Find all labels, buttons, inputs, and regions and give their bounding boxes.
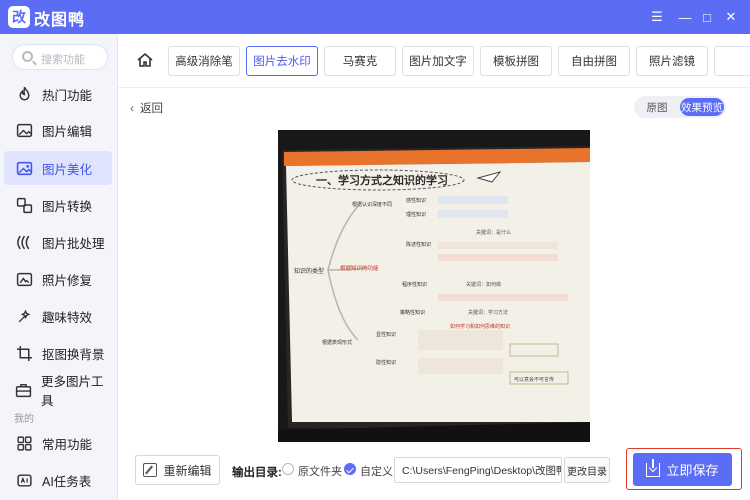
view-toggle[interactable]: 原图 效果预览: [634, 96, 726, 118]
toggle-original[interactable]: 原图: [638, 98, 676, 116]
tab-photo-filter[interactable]: 照片滤镜: [636, 46, 708, 76]
crop-icon: [14, 344, 34, 362]
app-logo: 改: [8, 6, 30, 28]
edit-icon: [143, 463, 158, 477]
sidebar-item-label: AI任务表: [42, 474, 92, 489]
mindmap-photo: 一、学习方式之知识的学习 知识的类型 根据认识深度不同 感性知识 理性知识 关键…: [278, 130, 590, 442]
batch-icon: [14, 233, 34, 251]
radio-original-folder-label: 原文件夹: [298, 466, 342, 478]
reedit-button[interactable]: 重新编辑: [135, 455, 220, 485]
radio-custom-folder-label: 自定义: [360, 466, 393, 478]
sidebar-item-effects[interactable]: 趣味特效: [4, 299, 112, 333]
chevron-left-icon: ‹: [130, 101, 134, 115]
mindmap-note: 关键词：如何做: [466, 281, 501, 288]
sidebar-item-label: 更多图片工具: [40, 375, 104, 408]
bottom-bar: 重新编辑 输出目录: 原文件夹 自定义 C:\Users\FengPing\De…: [118, 448, 750, 500]
sparkle-icon: [14, 307, 34, 325]
download-icon: [646, 458, 661, 477]
mindmap-note: 关键词：学习方法: [468, 309, 508, 316]
tab-remove-watermark[interactable]: 图片去水印: [246, 46, 318, 76]
tab-free-collage[interactable]: 自由拼图: [558, 46, 630, 76]
sidebar-item-ai-tasks[interactable]: AI任务表: [4, 463, 112, 497]
mindmap-node: 陈述性知识: [406, 241, 431, 248]
mindmap-node: 根据认识深度不同: [352, 201, 392, 208]
radio-custom-folder[interactable]: [344, 463, 356, 475]
app-title: 改图鸭: [34, 12, 86, 29]
minimize-button[interactable]: —: [675, 7, 695, 27]
save-now-button[interactable]: 立即保存: [633, 453, 732, 486]
tab-more[interactable]: [714, 46, 750, 76]
title-bar: 改 改图鸭 ☰ — □ ✕: [0, 0, 750, 34]
radio-original-folder[interactable]: [282, 463, 294, 475]
image-edit-icon: [14, 121, 34, 139]
sidebar-item-convert[interactable]: 图片转换: [4, 188, 112, 222]
search-box[interactable]: 搜索功能: [12, 44, 108, 70]
mindmap-node: 隐性知识: [376, 359, 396, 366]
home-icon[interactable]: [134, 49, 156, 71]
sidebar-item-batch[interactable]: 图片批处理: [4, 225, 112, 259]
mindmap-note: 可以意会不可言传: [514, 376, 554, 383]
sidebar-item-more-tools[interactable]: 更多图片工具: [4, 373, 112, 408]
reedit-label: 重新编辑: [163, 463, 212, 478]
output-dir-label: 输出目录:: [232, 467, 282, 479]
tab-add-text[interactable]: 图片加文字: [402, 46, 474, 76]
mindmap-node: 策略性知识: [400, 309, 425, 316]
sidebar-item-beautify[interactable]: 图片美化: [4, 151, 112, 185]
tab-advanced-eraser[interactable]: 高级消除笔: [168, 46, 240, 76]
sidebar-item-repair[interactable]: 照片修复: [4, 262, 112, 296]
sidebar-item-label: 抠图换背景: [42, 347, 105, 362]
section-label-mine: 我的: [14, 414, 34, 425]
sidebar-item-label: 图片批处理: [42, 236, 105, 251]
close-button[interactable]: ✕: [721, 7, 741, 27]
mindmap-node: 显性知识: [376, 331, 396, 338]
mindmap-note: 如何学习和如何思维的知识: [450, 323, 510, 330]
main-content: ‹ 返回 原图 效果预览 一、学习方式之知识的学习 知识的类型 根据认识深度不同…: [118, 88, 750, 500]
grid-icon: [14, 434, 34, 452]
sidebar-item-label: 常用功能: [42, 437, 93, 452]
mindmap-node: 根据表现形式: [322, 339, 352, 346]
mindmap-node: 感性知识: [406, 197, 426, 204]
tab-template-collage[interactable]: 模板拼图: [480, 46, 552, 76]
photo-heading: 一、学习方式之知识的学习: [316, 173, 448, 187]
tab-mosaic[interactable]: 马赛克: [324, 46, 396, 76]
mindmap-node: 根据知识的功能: [340, 264, 379, 272]
sidebar-item-label: 热门功能: [42, 88, 93, 103]
search-icon: [22, 51, 33, 62]
search-input[interactable]: 搜索功能: [41, 51, 85, 67]
save-label: 立即保存: [666, 463, 719, 478]
sidebar-item-label: 图片美化: [42, 162, 93, 177]
back-button[interactable]: ‹ 返回: [130, 100, 163, 116]
flame-icon: [14, 85, 34, 103]
sidebar-item-label: 趣味特效: [42, 310, 93, 325]
sidebar-item-hot[interactable]: 热门功能: [4, 77, 112, 111]
sidebar-item-label: 照片修复: [42, 273, 93, 288]
sidebar-item-label: 图片转换: [42, 199, 93, 214]
change-dir-button[interactable]: 更改目录: [564, 457, 610, 483]
sidebar-item-cutout[interactable]: 抠图换背景: [4, 336, 112, 370]
toolbox-icon: [14, 381, 33, 399]
mindmap-root: 知识的类型: [294, 267, 324, 275]
output-path-field[interactable]: C:\Users\FengPing\Desktop\改图鸭: [394, 457, 562, 483]
sidebar-item-label: 图片编辑: [42, 124, 93, 139]
sidebar-item-edit[interactable]: 图片编辑: [4, 113, 112, 147]
sidebar: 搜索功能 热门功能 图片编辑 图片美化 图片转换 图片批处理 照片修复 趣味特效…: [0, 34, 118, 500]
toggle-preview[interactable]: 效果预览: [680, 98, 724, 116]
convert-icon: [14, 196, 34, 214]
ai-icon: [14, 471, 34, 489]
mindmap-node: 程序性知识: [402, 281, 427, 288]
maximize-button[interactable]: □: [697, 7, 717, 27]
preview-image: 一、学习方式之知识的学习 知识的类型 根据认识深度不同 感性知识 理性知识 关键…: [278, 130, 590, 442]
menu-icon[interactable]: ☰: [647, 7, 667, 27]
sidebar-item-frequent[interactable]: 常用功能: [4, 426, 112, 460]
mindmap-note: 关键词：是什么: [476, 229, 511, 236]
mindmap-node: 理性知识: [406, 211, 426, 218]
tool-tab-bar: 高级消除笔 图片去水印 马赛克 图片加文字 模板拼图 自由拼图 照片滤镜: [118, 34, 750, 88]
back-label: 返回: [140, 103, 163, 115]
image-beautify-icon: [14, 159, 34, 177]
photo-repair-icon: [14, 270, 34, 288]
